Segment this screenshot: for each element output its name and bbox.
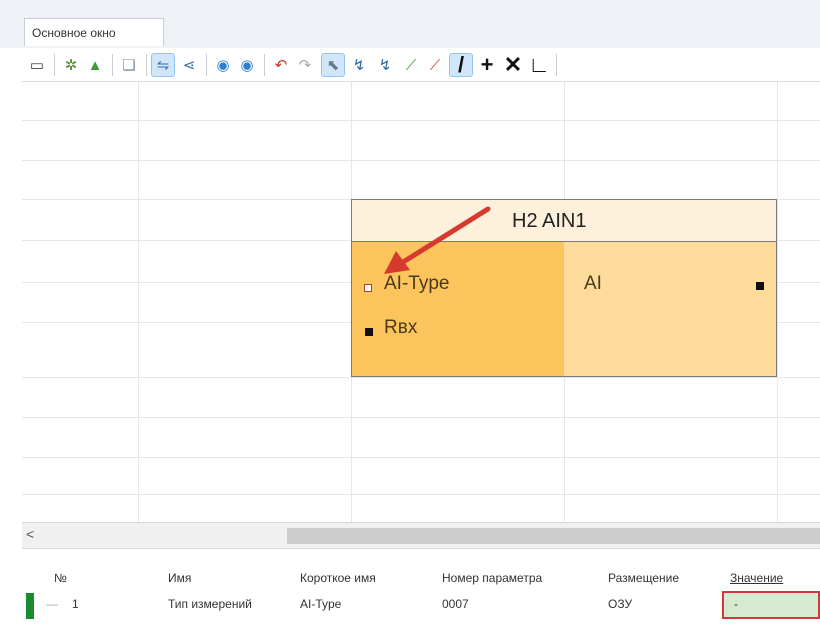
toolbar-separator — [206, 54, 207, 76]
connect-icon[interactable]: ↯ — [348, 54, 370, 76]
node-add-icon[interactable]: ⟋ — [400, 54, 422, 76]
row-short-name[interactable]: AI-Type — [300, 597, 341, 611]
toolbar-separator — [146, 54, 147, 76]
row-name[interactable]: Тип измерений — [168, 597, 252, 611]
row-param-number[interactable]: 0007 — [442, 597, 469, 611]
column-header-number[interactable]: № — [54, 571, 67, 585]
block-title: H2 AIN1 — [512, 210, 587, 232]
pointer-icon[interactable]: ⬉ — [321, 53, 345, 77]
column-header-placement[interactable]: Размещение — [608, 571, 679, 585]
grid-line — [777, 82, 778, 522]
input-port-label[interactable]: Rвх — [384, 317, 417, 339]
column-header-value[interactable]: Значение — [730, 571, 783, 585]
diagram-canvas[interactable]: H2 AIN1 AI-Type Rвх AI — [22, 82, 820, 522]
block-outputs-panel: AI — [564, 242, 776, 376]
output-port-label[interactable]: AI — [584, 273, 602, 295]
redo-icon[interactable]: ↷ — [294, 54, 316, 76]
share-icon[interactable]: ⋖ — [178, 54, 200, 76]
grid-line — [22, 160, 820, 161]
toolbar-separator — [54, 54, 55, 76]
column-header-param-number[interactable]: Номер параметра — [442, 571, 542, 585]
horizontal-scrollbar[interactable]: < — [22, 522, 820, 548]
row-selection-marker — [26, 593, 34, 619]
disconnect-icon[interactable]: ↯ — [374, 54, 396, 76]
tree-connector: — — [46, 597, 58, 611]
grid-line — [22, 494, 820, 495]
upload-icon[interactable]: ▲ — [84, 54, 106, 76]
undo-icon[interactable]: ↶ — [270, 54, 292, 76]
grid-line — [138, 82, 139, 522]
tab-strip: Основное окно — [0, 0, 820, 48]
tab-main-window-label: Основное окно — [32, 26, 116, 40]
parameters-table: № Имя Короткое имя Номер параметра Разме… — [22, 548, 820, 625]
corner-icon[interactable]: ∟ — [528, 52, 550, 77]
cross-icon[interactable]: ✕ — [502, 52, 524, 77]
plus-icon[interactable]: + — [476, 52, 498, 77]
link-icon[interactable]: ⇋ — [151, 53, 175, 77]
window-icon[interactable]: ▭ — [26, 54, 48, 76]
scrollbar-thumb[interactable] — [287, 528, 820, 544]
port-solid-icon[interactable] — [365, 328, 373, 336]
row-placement[interactable]: ОЗУ — [608, 597, 632, 611]
document-icon[interactable]: ❏ — [118, 54, 140, 76]
node-remove-icon[interactable]: ⟋ — [424, 54, 446, 76]
row-number[interactable]: 1 — [72, 597, 79, 611]
toolbar-separator — [264, 54, 265, 76]
column-header-short-name[interactable]: Короткое имя — [300, 571, 376, 585]
toolbar: ▭ ✲ ▲ ❏ ⇋ ⋖ ◉ ◉ ↶ ↷ ⬉ ↯ ↯ ⟋ ⟋ / + ✕ ∟ — [22, 48, 820, 82]
column-header-name[interactable]: Имя — [168, 571, 191, 585]
grid-line — [22, 457, 820, 458]
row-value: - — [734, 597, 738, 611]
grid-line — [22, 417, 820, 418]
tab-main-window[interactable]: Основное окно — [24, 18, 164, 46]
toolbar-separator — [556, 54, 557, 76]
row-value-cell[interactable]: - — [722, 591, 820, 619]
grid-line — [22, 120, 820, 121]
circle-right-icon[interactable]: ◉ — [236, 54, 258, 76]
grid-line — [22, 377, 820, 378]
circle-left-icon[interactable]: ◉ — [212, 54, 234, 76]
scroll-left-arrow[interactable]: < — [26, 526, 34, 542]
port-solid-icon[interactable] — [756, 282, 764, 290]
toolbar-separator — [112, 54, 113, 76]
line-icon[interactable]: / — [449, 52, 473, 77]
input-port-label[interactable]: AI-Type — [384, 273, 449, 295]
function-block-h2-ain1[interactable]: H2 AIN1 AI-Type Rвх AI — [351, 199, 777, 377]
block-inputs-panel: AI-Type Rвх — [352, 242, 564, 376]
port-open-icon[interactable] — [364, 284, 372, 292]
gear-icon[interactable]: ✲ — [60, 54, 82, 76]
block-title-bar[interactable]: H2 AIN1 — [352, 200, 776, 242]
